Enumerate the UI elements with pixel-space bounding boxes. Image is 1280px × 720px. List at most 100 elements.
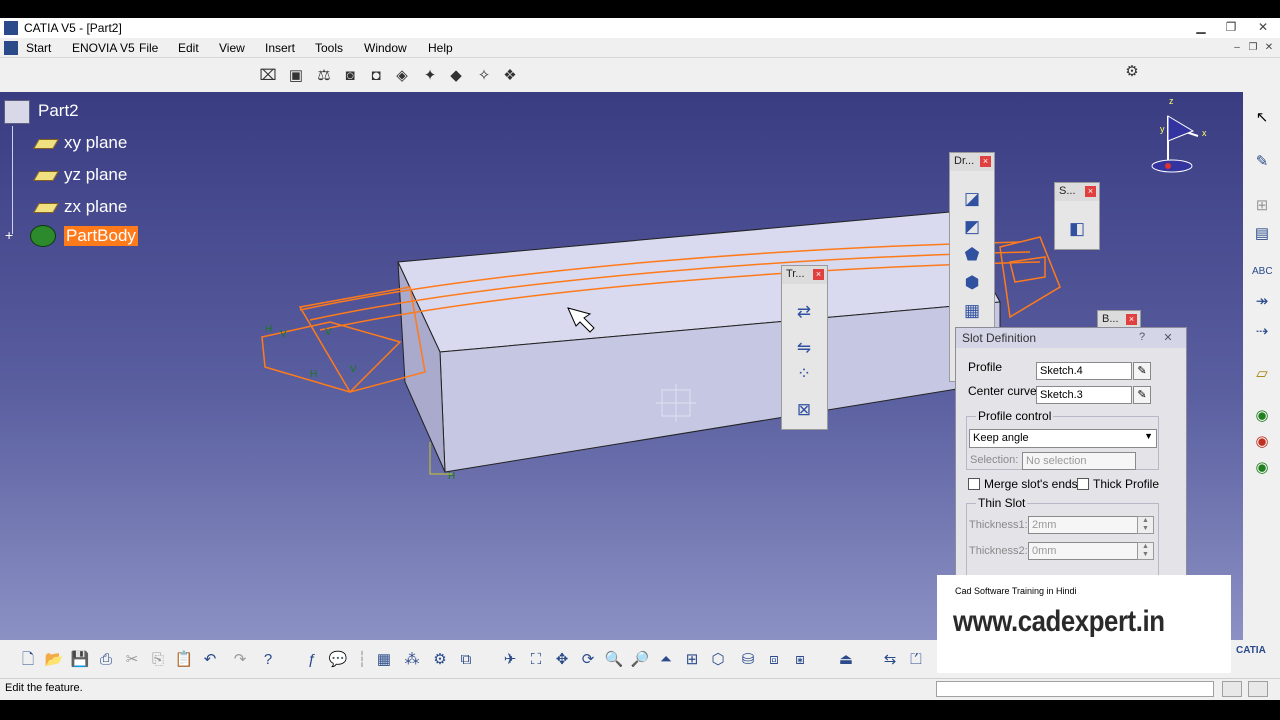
pocket-icon[interactable]: ◘: [366, 66, 386, 86]
annotation-icon[interactable]: ABC: [1252, 262, 1273, 282]
catalog-icon[interactable]: ⁂: [402, 650, 422, 670]
analysis-icon[interactable]: ◉: [1252, 458, 1272, 478]
profile-control-select[interactable]: Keep angle ▼: [969, 429, 1157, 448]
pattern-icon[interactable]: ⁘: [792, 362, 816, 386]
thickness2-field[interactable]: 0mm: [1028, 542, 1138, 560]
positioned-sketch-icon[interactable]: ▣: [286, 66, 306, 86]
menu-window[interactable]: Window: [364, 41, 407, 55]
thickness2-spinner[interactable]: ▲ ▼: [1137, 542, 1154, 560]
knowledge-icon[interactable]: 💬: [328, 650, 348, 670]
tree-item-partbody[interactable]: PartBody: [64, 226, 138, 246]
chevron-down-icon[interactable]: ▼: [1144, 431, 1153, 441]
selection-field[interactable]: No selection: [1022, 452, 1136, 470]
close-icon[interactable]: ×: [980, 156, 991, 167]
close-icon[interactable]: ×: [1126, 314, 1137, 325]
expand-plus-icon[interactable]: +: [5, 227, 13, 243]
close-icon[interactable]: ×: [813, 269, 824, 280]
menu-start[interactable]: Start: [26, 41, 51, 55]
shell-icon[interactable]: ⬢: [960, 271, 984, 295]
open-file-icon[interactable]: 📂: [44, 650, 64, 670]
sketcher-icon[interactable]: ✎: [1252, 152, 1272, 172]
status-button-icon[interactable]: [1222, 681, 1242, 697]
chamfer-icon[interactable]: ◩: [960, 215, 984, 239]
command-input[interactable]: [936, 681, 1214, 697]
menu-view[interactable]: View: [219, 41, 245, 55]
pan-icon[interactable]: ✥: [552, 650, 572, 670]
swap-space-icon[interactable]: ⧆: [790, 650, 810, 670]
sketch-edit-icon[interactable]: ✎: [1133, 362, 1151, 380]
scale-icon[interactable]: ⊠: [792, 398, 816, 422]
menu-enovia[interactable]: ENOVIA V5: [72, 41, 135, 55]
rule-icon[interactable]: ⧉: [456, 650, 476, 670]
menu-file[interactable]: File: [139, 41, 158, 55]
tree-item-xy-plane[interactable]: xy plane: [64, 133, 127, 153]
thickness1-field[interactable]: 2mm: [1028, 516, 1138, 534]
menu-tools[interactable]: Tools: [315, 41, 343, 55]
toggle-workbench-icon[interactable]: ⇆: [880, 650, 900, 670]
sketch-edit-icon[interactable]: ✎: [1133, 386, 1151, 404]
close-icon[interactable]: ✕: [1252, 20, 1274, 36]
print-icon[interactable]: ⎙: [96, 650, 116, 670]
center-curve-field[interactable]: Sketch.3: [1036, 386, 1132, 404]
tool-palette-icon[interactable]: ⏏: [836, 650, 856, 670]
point-icon[interactable]: ↠: [1252, 292, 1272, 312]
tree-item-yz-plane[interactable]: yz plane: [64, 165, 127, 185]
normal-view-icon[interactable]: ⏶: [656, 650, 676, 670]
copy-icon[interactable]: ⎘: [148, 650, 168, 670]
tree-item-zx-plane[interactable]: zx plane: [64, 197, 127, 217]
rotate-icon[interactable]: ⟳: [578, 650, 598, 670]
redo-icon[interactable]: ↷: [230, 650, 250, 670]
compass-widget[interactable]: y x z: [1148, 96, 1218, 186]
help-icon[interactable]: ?: [1134, 331, 1150, 345]
zoom-out-icon[interactable]: 🔎: [630, 650, 650, 670]
save-icon[interactable]: 💾: [70, 650, 90, 670]
shading-icon[interactable]: ⛁: [738, 650, 758, 670]
multi-view-icon[interactable]: ⊞: [682, 650, 702, 670]
paste-icon[interactable]: 📋: [174, 650, 194, 670]
axis-system-icon[interactable]: ⊞: [1252, 196, 1272, 216]
select-arrow-icon[interactable]: ↖: [1252, 108, 1272, 128]
hide-show-icon[interactable]: ⧈: [764, 650, 784, 670]
close-icon[interactable]: ×: [1085, 186, 1096, 197]
menu-edit[interactable]: Edit: [178, 41, 199, 55]
settings-gear-icon[interactable]: ⚙: [1122, 62, 1142, 82]
new-file-icon[interactable]: 🗋: [18, 650, 38, 670]
thickness1-spinner[interactable]: ▲ ▼: [1137, 516, 1154, 534]
split-icon[interactable]: ◧: [1065, 217, 1089, 241]
formula-icon[interactable]: ƒ: [302, 650, 322, 670]
sketch-icon[interactable]: ⌧: [258, 66, 278, 86]
status-button-icon[interactable]: [1248, 681, 1268, 697]
cut-icon[interactable]: ✂: [122, 650, 142, 670]
rib-icon[interactable]: ✦: [420, 66, 440, 86]
part-icon[interactable]: [4, 100, 30, 124]
document-icon[interactable]: [4, 41, 18, 55]
solid-icon[interactable]: ◆: [446, 66, 466, 86]
iso-view-icon[interactable]: ⬡: [708, 650, 728, 670]
design-table-icon[interactable]: ▦: [374, 650, 394, 670]
stiffener-icon[interactable]: ✧: [474, 66, 494, 86]
line-icon[interactable]: ⇢: [1252, 322, 1272, 342]
mirror-icon[interactable]: ⇋: [792, 336, 816, 360]
draft-icon[interactable]: ⬟: [960, 243, 984, 267]
profile-field[interactable]: Sketch.4: [1036, 362, 1132, 380]
close-icon[interactable]: ✕: [1160, 331, 1176, 345]
menu-help[interactable]: Help: [428, 41, 453, 55]
measure-inertia-icon[interactable]: ◉: [1252, 432, 1272, 452]
fit-all-icon[interactable]: ⛶: [526, 650, 546, 670]
update-icon[interactable]: ▤: [1252, 224, 1272, 244]
measure-icon[interactable]: ⚖: [314, 66, 334, 86]
merge-ends-checkbox[interactable]: [968, 478, 980, 490]
fillet-icon[interactable]: ◪: [960, 187, 984, 211]
minimize-icon[interactable]: ▁: [1190, 20, 1212, 36]
translate-icon[interactable]: ⇄: [792, 300, 816, 324]
exit-workbench-icon[interactable]: ⏍: [906, 650, 926, 670]
multi-section-icon[interactable]: ❖: [500, 66, 520, 86]
maximize-icon[interactable]: ❐: [1220, 20, 1242, 36]
fly-mode-icon[interactable]: ✈: [500, 650, 520, 670]
menu-insert[interactable]: Insert: [265, 41, 295, 55]
tree-root-part[interactable]: Part2: [38, 101, 79, 121]
pad-icon[interactable]: ◙: [340, 66, 360, 86]
whats-this-icon[interactable]: ?: [258, 650, 278, 670]
apply-material-icon[interactable]: ◉: [1252, 406, 1272, 426]
shaft-icon[interactable]: ◈: [392, 66, 412, 86]
